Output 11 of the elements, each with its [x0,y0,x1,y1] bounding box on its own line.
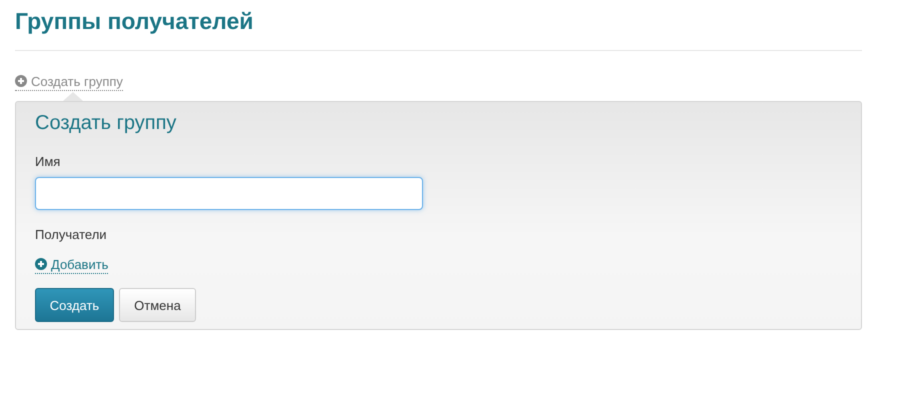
plus-icon [15,75,27,87]
create-button[interactable]: Создать [35,288,114,322]
field-label: Получатели [35,227,108,242]
field-label: Имя [35,154,62,169]
add-link[interactable]: Добавить [35,256,108,274]
cancel-button[interactable]: Отмена [119,288,196,322]
name-field[interactable] [35,177,423,210]
create-group-link[interactable]: Создать группу [15,73,123,91]
panel-title: Создать группу [35,111,178,136]
plus-icon [35,258,47,270]
page-title: Группы получателей [15,6,862,51]
